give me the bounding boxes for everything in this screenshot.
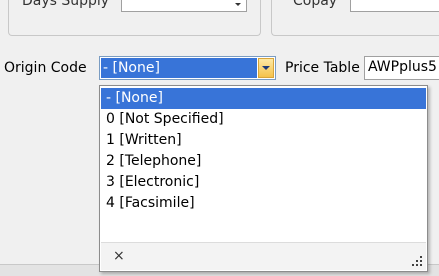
origin-code-value: - [None] <box>101 58 257 78</box>
days-supply-combo[interactable] <box>121 0 247 12</box>
days-supply-label: Days Supply <box>22 0 109 11</box>
close-icon[interactable]: × <box>113 246 125 266</box>
origin-code-label: Origin Code <box>4 57 87 79</box>
dropdown-option-written[interactable]: 1 [Written] <box>101 130 426 151</box>
chevron-down-icon <box>235 3 241 6</box>
copay-combo[interactable] <box>350 0 439 12</box>
dropdown-option-telephone[interactable]: 2 [Telephone] <box>101 151 426 172</box>
dropdown-footer: × <box>101 242 426 270</box>
copay-label: Copay <box>293 0 337 11</box>
dropdown-option-electronic[interactable]: 3 [Electronic] <box>101 172 426 193</box>
chevron-down-icon <box>262 66 270 70</box>
origin-code-combo[interactable]: - [None] <box>99 56 276 80</box>
price-table-field[interactable]: AWPplus5 <box>364 56 439 80</box>
resize-grip-icon[interactable] <box>412 256 422 266</box>
dropdown-option-none[interactable]: - [None] <box>101 88 426 109</box>
dropdown-option-facsimile[interactable]: 4 [Facsimile] <box>101 193 426 214</box>
origin-code-dropdown-list: - [None] 0 [Not Specified] 1 [Written] 2… <box>99 85 428 272</box>
price-table-label: Price Table <box>285 57 360 79</box>
origin-code-dropdown-button[interactable] <box>258 58 274 78</box>
dropdown-option-not-specified[interactable]: 0 [Not Specified] <box>101 109 426 130</box>
